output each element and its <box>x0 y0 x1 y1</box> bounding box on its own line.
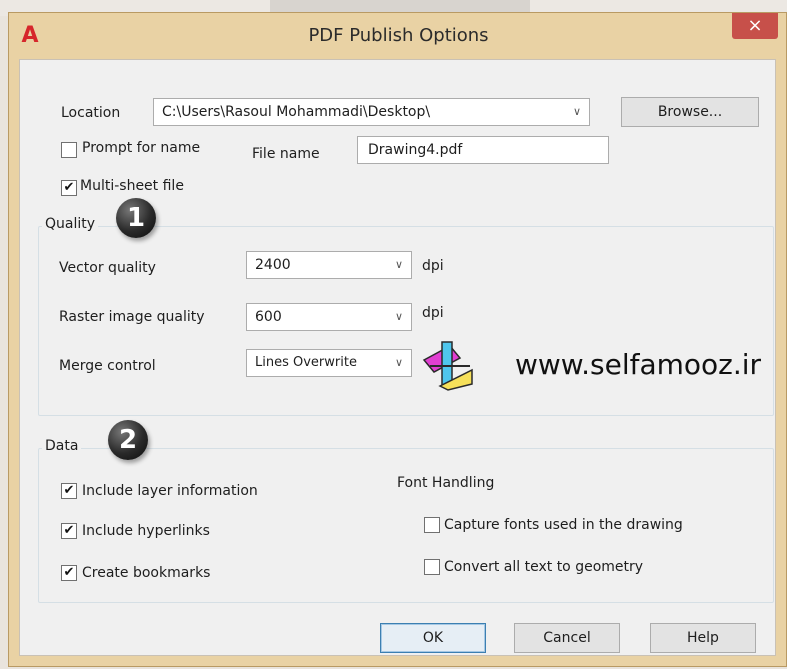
file-name-label: File name <box>252 146 320 162</box>
convert-text-label: Convert all text to geometry <box>444 559 644 575</box>
file-name-field[interactable] <box>357 136 609 164</box>
chevron-down-icon: ∨ <box>394 258 403 271</box>
dialog-body: Location C:\Users\Rasoul Mohammadi\Deskt… <box>19 59 776 656</box>
font-handling-title: Font Handling <box>397 475 495 491</box>
chevron-down-icon: ∨ <box>394 356 403 369</box>
chevron-down-icon: ∨ <box>394 310 403 323</box>
file-name-input[interactable] <box>358 137 608 163</box>
chevron-down-icon: ∨ <box>572 105 581 118</box>
raster-quality-select[interactable]: 600 ∨ <box>246 303 412 331</box>
step-2-badge: 2 <box>108 420 148 460</box>
create-bookmarks-label: Create bookmarks <box>82 565 211 581</box>
raster-dpi-unit: dpi <box>422 305 444 321</box>
multi-sheet-label: Multi-sheet file <box>80 178 184 194</box>
prompt-for-name-label: Prompt for name <box>82 140 201 156</box>
close-button[interactable]: × <box>732 13 778 39</box>
pdf-publish-options-dialog: A PDF Publish Options × Location C:\User… <box>8 12 787 667</box>
location-path: C:\Users\Rasoul Mohammadi\Desktop\ <box>162 104 431 120</box>
location-dropdown[interactable]: C:\Users\Rasoul Mohammadi\Desktop\ ∨ <box>153 98 590 126</box>
merge-control-select[interactable]: Lines Overwrite ∨ <box>246 349 412 377</box>
browse-button[interactable]: Browse... <box>621 97 759 127</box>
drafting-tools-logo-icon <box>422 341 473 391</box>
multi-sheet-checkbox[interactable]: ✔ <box>61 180 77 196</box>
vector-quality-value: 2400 <box>255 257 291 273</box>
create-bookmarks-checkbox[interactable]: ✔ <box>61 565 77 581</box>
include-layer-checkbox[interactable]: ✔ <box>61 483 77 499</box>
location-label: Location <box>61 105 121 121</box>
vector-quality-label: Vector quality <box>59 260 156 276</box>
raster-quality-label: Raster image quality <box>59 309 205 325</box>
quality-group-title: Quality <box>42 216 99 232</box>
data-group-title: Data <box>42 438 82 454</box>
dialog-title: PDF Publish Options <box>308 25 489 46</box>
prompt-for-name-checkbox[interactable] <box>61 142 77 158</box>
cancel-button[interactable]: Cancel <box>514 623 620 653</box>
watermark-text: www.selfamooz.ir <box>515 348 762 381</box>
ok-button[interactable]: OK <box>380 623 486 653</box>
merge-control-value: Lines Overwrite <box>255 355 357 370</box>
vector-quality-select[interactable]: 2400 ∨ <box>246 251 412 279</box>
capture-fonts-label: Capture fonts used in the drawing <box>444 517 683 533</box>
capture-fonts-checkbox[interactable] <box>424 517 440 533</box>
merge-control-label: Merge control <box>59 358 156 374</box>
step-1-badge: 1 <box>116 198 156 238</box>
help-button[interactable]: Help <box>650 623 756 653</box>
include-layer-label: Include layer information <box>82 483 258 499</box>
include-hyperlinks-checkbox[interactable]: ✔ <box>61 523 77 539</box>
include-hyperlinks-label: Include hyperlinks <box>82 523 210 539</box>
convert-text-checkbox[interactable] <box>424 559 440 575</box>
title-bar[interactable]: A PDF Publish Options × <box>9 13 786 59</box>
raster-quality-value: 600 <box>255 309 282 325</box>
vector-dpi-unit: dpi <box>422 258 444 274</box>
